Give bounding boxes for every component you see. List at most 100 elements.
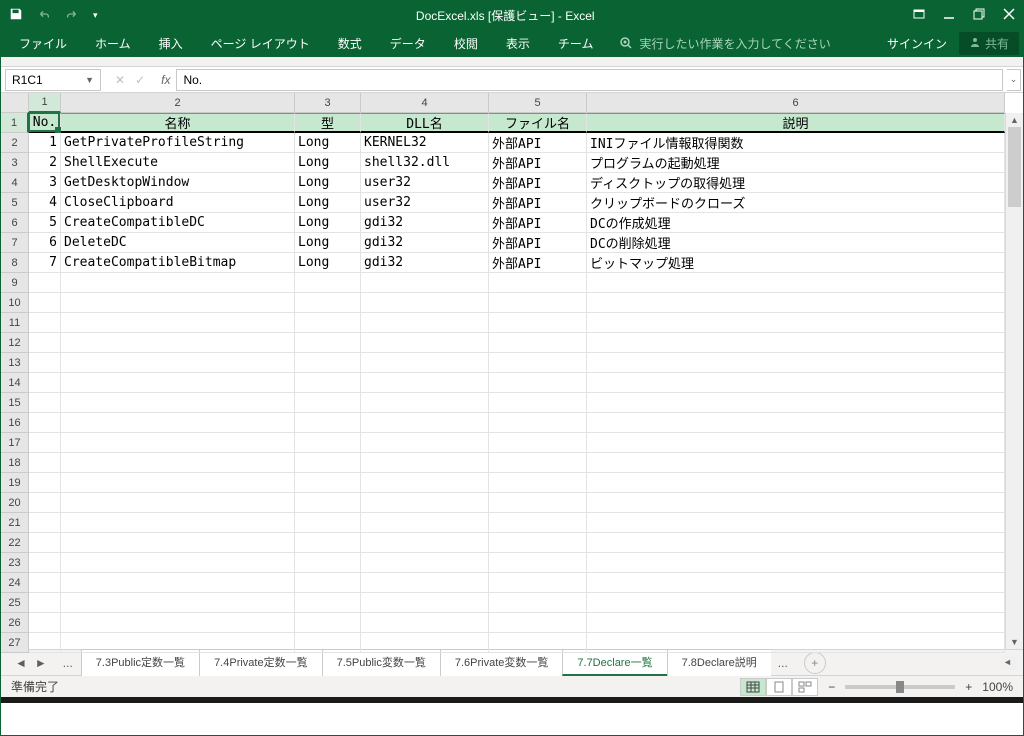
column-header[interactable]: 3 xyxy=(295,93,361,113)
sheet-overflow-indicator[interactable]: ... xyxy=(55,656,81,670)
cell[interactable] xyxy=(29,613,61,633)
row-header[interactable]: 13 xyxy=(1,353,29,373)
cell[interactable]: Long xyxy=(295,233,361,253)
cell[interactable] xyxy=(489,353,587,373)
cell[interactable] xyxy=(489,613,587,633)
chevron-down-icon[interactable]: ▼ xyxy=(85,75,94,85)
zoom-in-button[interactable]: + xyxy=(965,680,972,694)
cell[interactable] xyxy=(29,473,61,493)
cell[interactable] xyxy=(361,493,489,513)
cell[interactable]: 外部API xyxy=(489,153,587,173)
cell[interactable] xyxy=(61,453,295,473)
cell[interactable] xyxy=(295,373,361,393)
cell[interactable]: CreateCompatibleBitmap xyxy=(61,253,295,273)
cell[interactable] xyxy=(295,473,361,493)
cell[interactable]: ShellExecute xyxy=(61,153,295,173)
cell[interactable]: ファイル名 xyxy=(489,113,587,133)
cell[interactable]: ビットマップ処理 xyxy=(587,253,1005,273)
cell[interactable] xyxy=(61,513,295,533)
horizontal-scrollbar[interactable]: ◄ xyxy=(1001,656,1017,670)
cell[interactable] xyxy=(361,413,489,433)
cell[interactable] xyxy=(361,453,489,473)
sheet-tab[interactable]: 7.8Declare説明 xyxy=(667,649,771,676)
cell[interactable]: Long xyxy=(295,133,361,153)
cell[interactable] xyxy=(61,333,295,353)
restore-icon[interactable] xyxy=(973,8,985,23)
cell[interactable] xyxy=(61,533,295,553)
column-header[interactable]: 5 xyxy=(489,93,587,113)
cell[interactable] xyxy=(361,333,489,353)
formula-expand-icon[interactable]: ⌄ xyxy=(1007,69,1021,91)
row-header[interactable]: 26 xyxy=(1,613,29,633)
cell[interactable] xyxy=(295,433,361,453)
cell[interactable] xyxy=(29,353,61,373)
cell[interactable] xyxy=(61,473,295,493)
save-icon[interactable] xyxy=(9,7,23,24)
cell-grid[interactable]: No.名称型DLL名ファイル名説明1GetPrivateProfileStrin… xyxy=(29,113,1005,653)
sheet-tab[interactable]: 7.3Public定数一覧 xyxy=(81,649,200,676)
cell[interactable]: 1 xyxy=(29,133,61,153)
cell[interactable] xyxy=(295,493,361,513)
cell[interactable] xyxy=(587,433,1005,453)
sheet-overflow-indicator-right[interactable]: ... xyxy=(770,656,796,670)
cell[interactable]: shell32.dll xyxy=(361,153,489,173)
row-header[interactable]: 20 xyxy=(1,493,29,513)
cell[interactable]: 2 xyxy=(29,153,61,173)
cell[interactable]: gdi32 xyxy=(361,213,489,233)
cell[interactable] xyxy=(489,313,587,333)
view-normal-button[interactable] xyxy=(740,678,766,696)
cell[interactable] xyxy=(361,473,489,493)
cell[interactable] xyxy=(29,533,61,553)
cell[interactable] xyxy=(29,573,61,593)
cell[interactable] xyxy=(29,393,61,413)
cell[interactable]: 外部API xyxy=(489,213,587,233)
cell[interactable] xyxy=(361,273,489,293)
signin-link[interactable]: サインイン xyxy=(887,35,947,52)
cell[interactable] xyxy=(587,553,1005,573)
cell[interactable] xyxy=(295,593,361,613)
cell[interactable] xyxy=(587,353,1005,373)
cell[interactable] xyxy=(29,513,61,533)
cell[interactable] xyxy=(587,393,1005,413)
sheet-tab[interactable]: 7.6Private変数一覧 xyxy=(440,649,564,676)
row-header[interactable]: 27 xyxy=(1,633,29,653)
ribbon-tab-ページ レイアウト[interactable]: ページ レイアウト xyxy=(197,29,324,58)
scroll-up-icon[interactable]: ▲ xyxy=(1006,113,1023,127)
cell[interactable]: ディスクトップの取得処理 xyxy=(587,173,1005,193)
cell[interactable] xyxy=(587,493,1005,513)
cell[interactable] xyxy=(295,313,361,333)
cell[interactable]: Long xyxy=(295,193,361,213)
cell[interactable] xyxy=(489,413,587,433)
cell[interactable] xyxy=(361,633,489,653)
cell[interactable] xyxy=(489,553,587,573)
row-header[interactable]: 23 xyxy=(1,553,29,573)
cell[interactable] xyxy=(61,593,295,613)
cell[interactable] xyxy=(29,313,61,333)
row-header[interactable]: 11 xyxy=(1,313,29,333)
cell[interactable] xyxy=(29,333,61,353)
cell[interactable]: 外部API xyxy=(489,133,587,153)
redo-icon[interactable] xyxy=(65,7,79,24)
cell[interactable] xyxy=(61,413,295,433)
cell[interactable] xyxy=(361,593,489,613)
row-header[interactable]: 7 xyxy=(1,233,29,253)
cell[interactable]: No. xyxy=(29,113,61,133)
zoom-slider[interactable] xyxy=(845,685,955,689)
cell[interactable] xyxy=(361,373,489,393)
cell[interactable] xyxy=(361,613,489,633)
cell[interactable] xyxy=(29,593,61,613)
cell[interactable] xyxy=(489,293,587,313)
sheet-tab[interactable]: 7.5Public変数一覧 xyxy=(322,649,441,676)
ribbon-tab-ホーム[interactable]: ホーム xyxy=(81,29,145,58)
cell[interactable] xyxy=(295,393,361,413)
cell[interactable]: 説明 xyxy=(587,113,1005,133)
column-header[interactable]: 4 xyxy=(361,93,489,113)
cell[interactable] xyxy=(361,393,489,413)
cancel-formula-icon[interactable]: ✕ xyxy=(115,73,125,87)
cell[interactable] xyxy=(587,453,1005,473)
cell[interactable]: 4 xyxy=(29,193,61,213)
column-header[interactable]: 2 xyxy=(61,93,295,113)
row-header[interactable]: 19 xyxy=(1,473,29,493)
close-icon[interactable] xyxy=(1003,8,1015,23)
view-page-break-button[interactable] xyxy=(792,678,818,696)
